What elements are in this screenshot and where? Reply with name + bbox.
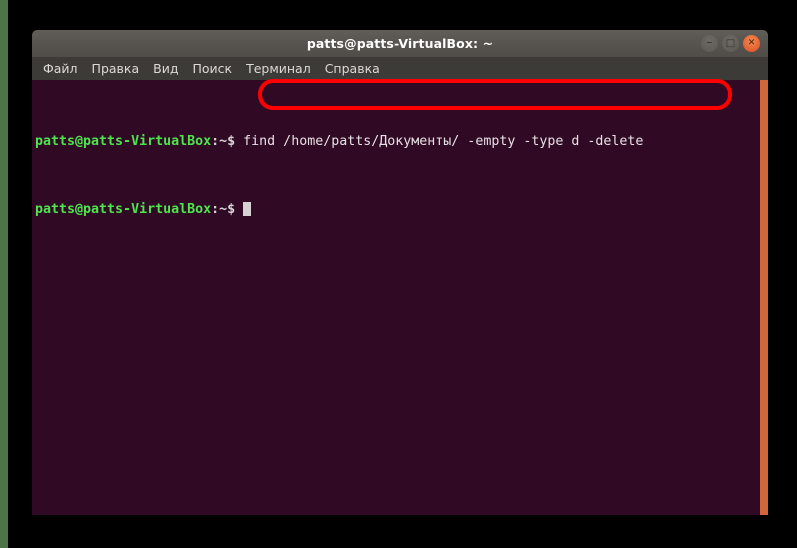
prompt-path: :~ [211, 202, 228, 217]
close-icon: ✕ [747, 38, 756, 48]
prompt-userhost: patts@patts-VirtualBox [35, 134, 212, 149]
prompt-userhost: patts@patts-VirtualBox [35, 202, 212, 217]
menu-item-help[interactable]: Справка [318, 59, 387, 78]
menu-item-terminal[interactable]: Терминал [239, 59, 318, 78]
minimize-button[interactable]: – [701, 35, 718, 52]
prompt-symbol: $ [227, 202, 244, 217]
terminal-window: patts@patts-VirtualBox: ~ – □ ✕ Файл Пра… [32, 30, 768, 515]
terminal-scrollbar[interactable] [760, 80, 768, 515]
menu-item-search[interactable]: Поиск [185, 59, 239, 78]
window-titlebar[interactable]: patts@patts-VirtualBox: ~ – □ ✕ [32, 30, 768, 57]
minimize-icon: – [706, 35, 713, 49]
maximize-icon: □ [725, 38, 736, 49]
menu-item-edit[interactable]: Правка [85, 59, 147, 78]
terminal-output: patts@patts-VirtualBox:~$ find /home/pat… [32, 82, 760, 269]
terminal-body[interactable]: patts@patts-VirtualBox:~$ find /home/pat… [32, 80, 768, 515]
desktop-left-strip [0, 0, 8, 548]
terminal-line: patts@patts-VirtualBox:~$ find /home/pat… [35, 133, 760, 150]
maximize-button[interactable]: □ [722, 35, 739, 52]
prompt-path: :~ [211, 134, 228, 149]
window-title: patts@patts-VirtualBox: ~ [306, 36, 494, 51]
text-cursor [243, 202, 252, 216]
menu-item-view[interactable]: Вид [146, 59, 185, 78]
window-controls: – □ ✕ [701, 35, 760, 52]
menu-bar: Файл Правка Вид Поиск Терминал Справка [32, 57, 768, 80]
prompt-symbol: $ [227, 134, 244, 149]
terminal-line: patts@patts-VirtualBox:~$ [35, 201, 760, 218]
command-text: find /home/patts/Документы/ -empty -type… [243, 134, 644, 149]
close-button[interactable]: ✕ [743, 35, 760, 52]
menu-item-file[interactable]: Файл [36, 59, 85, 78]
